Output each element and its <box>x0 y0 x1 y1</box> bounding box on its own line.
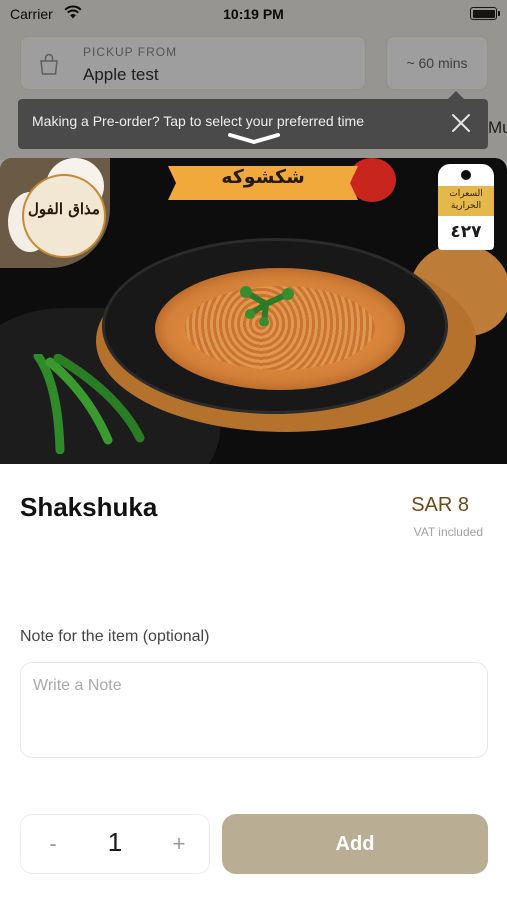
close-icon[interactable] <box>450 112 472 134</box>
note-input[interactable] <box>20 662 488 758</box>
item-detail-sheet: شكشوكه مذاق الفول السعرات الحرارية ٤٢٧ S… <box>0 158 507 900</box>
add-button-label: Add <box>335 832 375 855</box>
preorder-tooltip-message: Making a Pre-order? Tap to select your p… <box>32 113 365 129</box>
vat-note: VAT included <box>413 525 483 539</box>
item-name: Shakshuka <box>20 492 158 522</box>
calorie-tag-value: ٤٢٧ <box>450 222 482 242</box>
note-label: Note for the item (optional) <box>20 628 210 645</box>
item-price: SAR 8 <box>411 494 469 516</box>
increase-quantity-button[interactable]: + <box>161 825 197 863</box>
sheet-dismiss-chevron-icon[interactable] <box>226 130 282 146</box>
decrease-quantity-button[interactable]: - <box>35 825 71 863</box>
calorie-tag-label: السعرات الحرارية <box>449 189 483 211</box>
quantity-value: 1 <box>107 827 123 857</box>
photo-banner-text: شكشوكه <box>221 166 305 188</box>
quantity-stepper: - 1 + <box>20 814 210 874</box>
item-photo: شكشوكه مذاق الفول السعرات الحرارية ٤٢٧ <box>0 158 507 464</box>
restaurant-logo-text: مذاق الفول <box>28 200 100 218</box>
add-to-cart-button[interactable]: Add <box>222 814 488 874</box>
